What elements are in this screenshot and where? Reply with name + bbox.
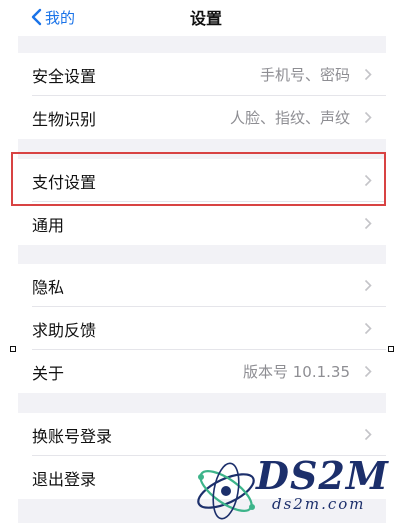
row-label: 通用 [32,215,65,235]
chevron-right-icon [364,68,372,81]
logo-text: DS2M [256,453,389,498]
version-value: 版本号 10.1.35 [242,363,350,381]
highlight-box [11,152,386,206]
selection-handle-right[interactable] [388,346,394,352]
watermark-logo: DS2M ds2m.com [192,453,402,523]
atom-logo-icon [197,462,255,520]
navigation-bar: 我的 设置 [0,0,412,36]
chevron-right-icon [364,279,372,292]
row-security-settings[interactable]: 安全设置 手机号、密码 [18,53,386,96]
row-value: 手机号、密码 [259,66,350,84]
row-switch-account[interactable]: 换账号登录 [18,413,386,456]
row-label: 求助反馈 [32,320,97,340]
row-biometrics[interactable]: 生物识别 人脸、指纹、声纹 [18,96,386,139]
chevron-right-icon [364,428,372,441]
row-label: 退出登录 [32,469,97,489]
logo-domain: ds2m.com [272,495,366,513]
selection-handle-left[interactable] [10,346,16,352]
row-label: 生物识别 [32,109,97,129]
row-label: 关于 [32,363,65,383]
chevron-right-icon [364,322,372,335]
row-label: 安全设置 [32,66,97,86]
row-general[interactable]: 通用 [18,202,386,245]
settings-group-about: 隐私 求助反馈 关于 版本号 10.1.35 [18,264,386,393]
settings-group-security: 安全设置 手机号、密码 生物识别 人脸、指纹、声纹 [18,53,386,139]
chevron-right-icon [364,217,372,230]
chevron-right-icon [364,365,372,378]
row-help-feedback[interactable]: 求助反馈 [18,307,386,350]
row-about[interactable]: 关于 版本号 10.1.35 [18,350,386,393]
row-value: 人脸、指纹、声纹 [229,109,350,127]
page-title: 设置 [189,9,222,28]
row-privacy[interactable]: 隐私 [18,264,386,307]
chevron-right-icon [364,111,372,124]
row-label: 隐私 [32,277,65,297]
row-label: 换账号登录 [32,426,113,446]
